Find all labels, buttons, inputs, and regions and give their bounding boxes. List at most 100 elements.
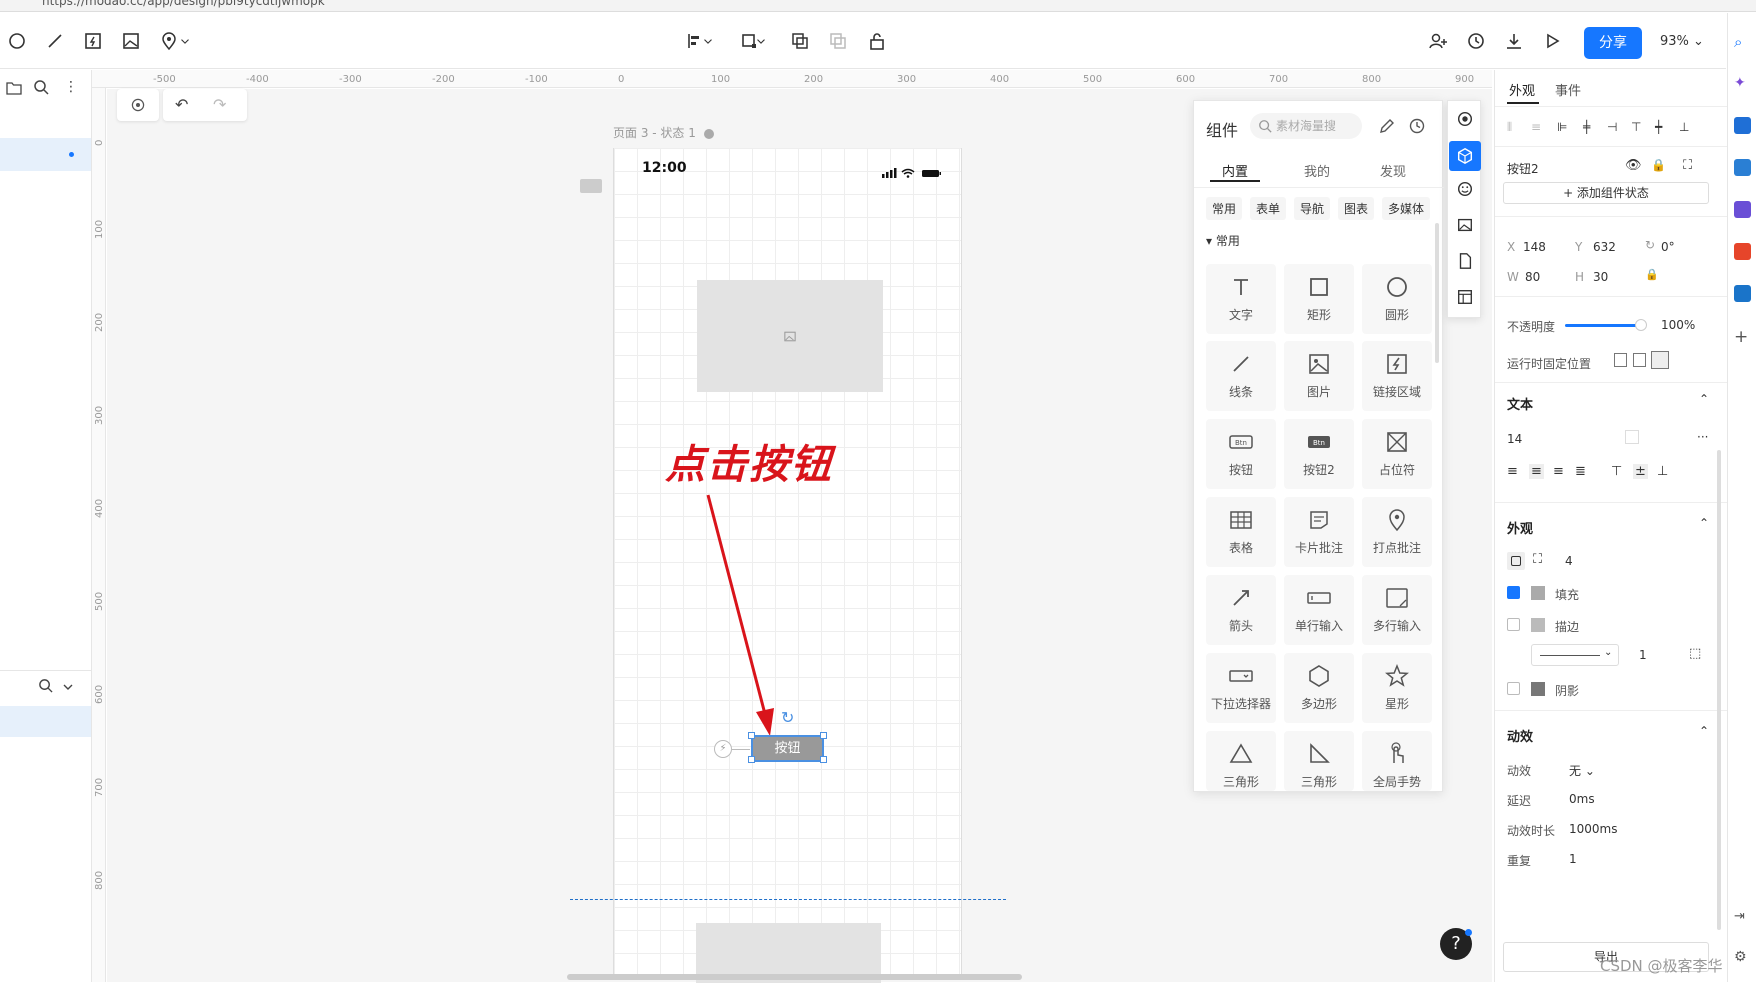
interaction-lightning-icon[interactable]: ⚡ <box>714 740 732 758</box>
widget-dropdown[interactable]: 下拉选择器 <box>1206 653 1276 723</box>
target-button[interactable] <box>117 89 159 121</box>
widget-table[interactable]: 表格 <box>1206 497 1276 567</box>
fixed-bottom-icon[interactable] <box>1651 351 1669 369</box>
widget-tab-builtin[interactable]: 内置 <box>1222 161 1248 180</box>
widget-category-form[interactable]: 表单 <box>1250 197 1287 220</box>
comment-icon[interactable] <box>580 179 602 193</box>
outlook-icon[interactable] <box>1734 285 1751 302</box>
widget-image[interactable]: 图片 <box>1284 341 1354 411</box>
repeat-input[interactable]: 1 <box>1569 852 1577 866</box>
widget-button[interactable]: Btn 按钮 <box>1206 419 1276 489</box>
chevron-up-icon[interactable]: ⌃ <box>1699 724 1709 738</box>
widget-placeholder[interactable]: 占位符 <box>1362 419 1432 489</box>
widget-category-common[interactable]: 常用 <box>1206 197 1243 220</box>
zoom-select[interactable]: 93% ⌄ <box>1660 34 1704 49</box>
widget-text[interactable]: 文字 <box>1206 264 1276 334</box>
align-left-icon[interactable]: ⊫ <box>1557 120 1567 134</box>
props-scrollbar[interactable] <box>1717 450 1721 930</box>
chevron-down-icon[interactable] <box>701 28 715 54</box>
chevron-down-icon[interactable] <box>754 28 768 54</box>
add-collaborator-icon[interactable] <box>1425 28 1451 54</box>
text-align-left-icon[interactable]: ≡ <box>1507 464 1518 479</box>
shadow-color-swatch[interactable] <box>1531 682 1545 696</box>
widget-single-input[interactable]: 单行输入 <box>1284 575 1354 645</box>
widget-right-triangle[interactable]: 三角形 <box>1284 731 1354 791</box>
group-icon[interactable] <box>787 28 813 54</box>
horizontal-scrollbar[interactable] <box>567 974 1022 980</box>
components-icon[interactable] <box>1449 141 1481 171</box>
stroke-color-swatch[interactable] <box>1531 618 1545 632</box>
widget-card-annotation[interactable]: 卡片批注 <box>1284 497 1354 567</box>
w-input[interactable]: 80 <box>1525 270 1540 284</box>
widget-global-gesture[interactable]: 全局手势 <box>1362 731 1432 791</box>
tab-appearance[interactable]: 外观 <box>1509 80 1535 99</box>
history-icon[interactable] <box>1408 117 1426 135</box>
widget-line[interactable]: 线条 <box>1206 341 1276 411</box>
folder-icon[interactable] <box>6 80 22 95</box>
settings-icon[interactable] <box>703 128 714 139</box>
align-bottom-icon[interactable]: ⊥ <box>1679 120 1689 134</box>
fixed-none-icon[interactable] <box>1614 353 1627 367</box>
valign-top-icon[interactable]: ⊤ <box>1611 464 1622 479</box>
url-text[interactable]: https://modao.cc/app/design/pbl9tycdtljw… <box>42 0 325 8</box>
share-button[interactable]: 分享 <box>1584 27 1642 59</box>
browser-address-bar[interactable]: https://modao.cc/app/design/pbl9tycdtljw… <box>0 0 1756 12</box>
resize-handle[interactable] <box>820 756 827 763</box>
text-align-right-icon[interactable]: ≡ <box>1553 464 1564 479</box>
copilot-icon[interactable]: ✦ <box>1734 75 1751 92</box>
align-middle-icon[interactable]: ┿ <box>1655 120 1662 134</box>
add-icon[interactable]: + <box>1734 327 1751 347</box>
widget-tab-discover[interactable]: 发现 <box>1380 161 1406 180</box>
more-options-icon[interactable]: ··· <box>1697 430 1708 444</box>
undo-icon[interactable]: ↶ <box>175 95 188 114</box>
document-icon[interactable] <box>1453 249 1477 273</box>
text-color-swatch[interactable] <box>1625 430 1639 444</box>
rotate-handle-icon[interactable]: ↻ <box>781 708 794 727</box>
chevron-up-icon[interactable]: ⌃ <box>1699 392 1709 406</box>
widget-link-area[interactable]: 链接区域 <box>1362 341 1432 411</box>
widget-category-nav[interactable]: 导航 <box>1294 197 1331 220</box>
widget-tab-mine[interactable]: 我的 <box>1304 161 1330 180</box>
widget-button2[interactable]: Btn 按钮2 <box>1284 419 1354 489</box>
circle-tool-icon[interactable] <box>4 28 30 54</box>
line-tool-icon[interactable] <box>42 28 68 54</box>
image-placeholder[interactable] <box>697 280 883 392</box>
gear-icon[interactable]: ⚙ <box>1734 949 1751 966</box>
opacity-slider[interactable] <box>1565 324 1641 327</box>
delay-input[interactable]: 0ms <box>1569 792 1595 806</box>
resize-handle[interactable] <box>820 732 827 739</box>
widget-category-chart[interactable]: 图表 <box>1338 197 1375 220</box>
layer-list-item-selected[interactable] <box>0 706 91 737</box>
stroke-style-select[interactable]: ⌄ <box>1531 644 1619 666</box>
radius-input[interactable]: 4 <box>1565 554 1573 568</box>
selected-button[interactable]: 按钮 <box>751 735 824 762</box>
text-align-center-icon[interactable]: ≡ <box>1529 464 1544 479</box>
chevron-up-icon[interactable]: ⌃ <box>1699 516 1709 530</box>
chevron-down-icon[interactable] <box>178 28 192 54</box>
more-menu-icon[interactable]: ⋮ <box>64 78 78 96</box>
uniform-radius-icon[interactable] <box>1507 552 1525 570</box>
image-icon[interactable] <box>1453 213 1477 237</box>
download-icon[interactable] <box>1501 28 1527 54</box>
widget-scrollbar[interactable] <box>1435 223 1439 363</box>
opacity-value[interactable]: 100% <box>1661 318 1695 332</box>
individual-radius-icon[interactable]: ⛶ <box>1533 552 1542 567</box>
tab-events[interactable]: 事件 <box>1555 80 1581 99</box>
resize-handle[interactable] <box>748 756 755 763</box>
chevron-down-icon[interactable] <box>62 678 74 693</box>
widget-section-common[interactable]: ▾ 常用 <box>1206 232 1240 249</box>
expand-icon[interactable]: ⛶ <box>1683 158 1692 173</box>
duration-input[interactable]: 1000ms <box>1569 822 1617 836</box>
add-state-button[interactable]: + 添加组件状态 <box>1503 182 1709 204</box>
anim-select[interactable]: 无 ⌄ <box>1569 762 1595 779</box>
lock-icon[interactable]: 🔒 <box>1651 158 1666 172</box>
unlock-icon[interactable] <box>864 28 890 54</box>
search-icon[interactable] <box>38 678 53 693</box>
office-icon[interactable] <box>1734 243 1751 260</box>
template-icon[interactable] <box>1453 285 1477 309</box>
slider-thumb[interactable] <box>1635 319 1647 331</box>
widget-star[interactable]: 星形 <box>1362 653 1432 723</box>
edit-icon[interactable] <box>1378 117 1396 135</box>
shadow-checkbox[interactable] <box>1507 682 1520 695</box>
emoji-icon[interactable] <box>1453 177 1477 201</box>
